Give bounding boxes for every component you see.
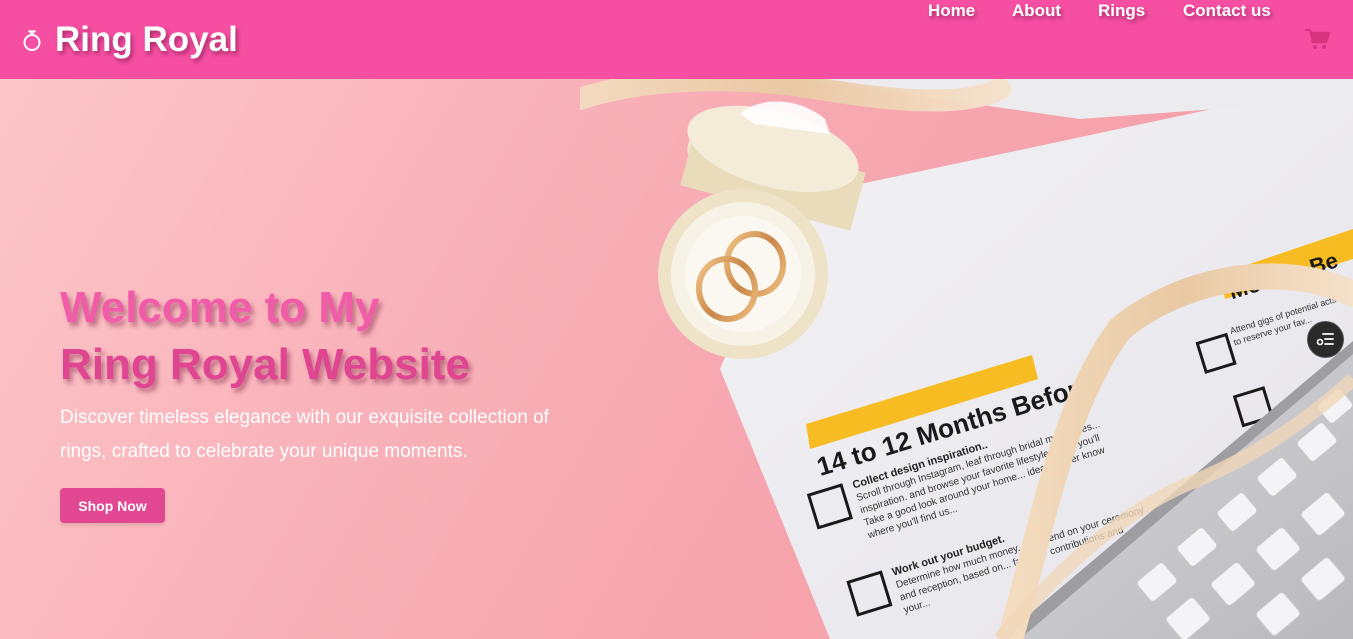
hero-section: 14 to 12 Months Before Months Be Collect… xyxy=(0,79,1353,639)
shop-now-button[interactable]: Shop Now xyxy=(60,488,165,523)
brand-name: Ring Royal xyxy=(55,20,238,59)
brand-logo[interactable]: Ring Royal xyxy=(22,20,238,60)
cart-icon[interactable] xyxy=(1304,27,1331,51)
site-header: Ring Royal Home About Rings Contact us xyxy=(0,0,1353,79)
settings-list-icon xyxy=(1316,333,1334,346)
nav-home[interactable]: Home xyxy=(928,0,975,22)
nav-rings[interactable]: Rings xyxy=(1098,0,1145,22)
floating-settings-button[interactable] xyxy=(1307,321,1344,358)
nav-about[interactable]: About xyxy=(1012,0,1061,22)
nav-contact[interactable]: Contact us xyxy=(1183,0,1271,22)
hero-headline: Welcome to My Ring Royal Website xyxy=(60,279,620,393)
hero-photo: 14 to 12 Months Before Months Be Collect… xyxy=(580,79,1353,639)
hero-headline-line1: Welcome to My xyxy=(60,283,380,332)
hero-subtext: Discover timeless elegance with our exqu… xyxy=(60,407,549,462)
ring-icon xyxy=(22,29,42,51)
hero-text: Welcome to My Ring Royal Website Discove… xyxy=(60,279,620,523)
hero-headline-line2: Ring Royal Website xyxy=(60,340,470,389)
